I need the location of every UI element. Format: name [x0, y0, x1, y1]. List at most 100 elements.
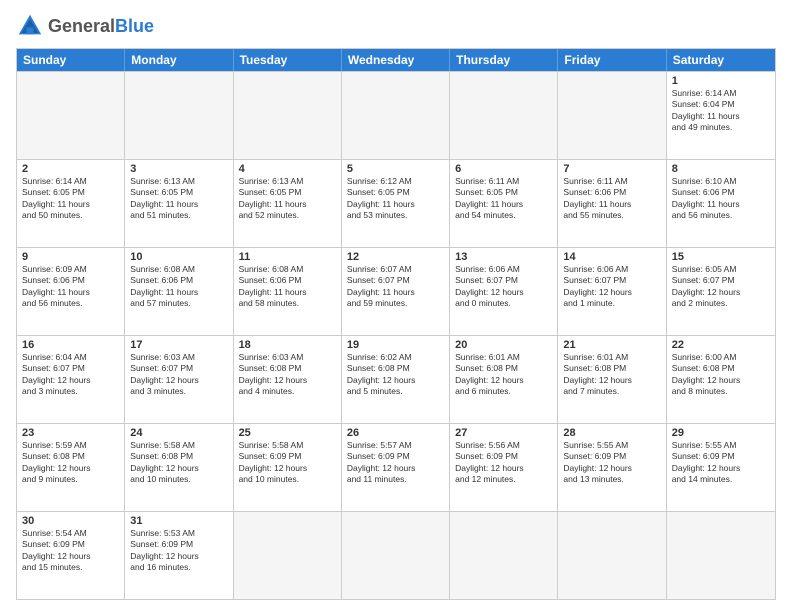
day-number: 2: [22, 163, 119, 175]
calendar-cell-0-1: [125, 72, 233, 159]
calendar-cell-0-5: [558, 72, 666, 159]
day-info: Sunrise: 6:06 AM Sunset: 6:07 PM Dayligh…: [455, 264, 552, 310]
page: GeneralBlue Sunday Monday Tuesday Wednes…: [0, 0, 792, 612]
header-monday: Monday: [125, 49, 233, 71]
calendar-cell-2-2: 11Sunrise: 6:08 AM Sunset: 6:06 PM Dayli…: [234, 248, 342, 335]
logo: GeneralBlue: [16, 12, 154, 40]
day-info: Sunrise: 5:55 AM Sunset: 6:09 PM Dayligh…: [672, 440, 770, 486]
calendar-cell-5-5: [558, 512, 666, 599]
calendar-cell-5-3: [342, 512, 450, 599]
calendar-row-2: 9Sunrise: 6:09 AM Sunset: 6:06 PM Daylig…: [17, 247, 775, 335]
day-info: Sunrise: 5:56 AM Sunset: 6:09 PM Dayligh…: [455, 440, 552, 486]
day-info: Sunrise: 6:08 AM Sunset: 6:06 PM Dayligh…: [239, 264, 336, 310]
logo-icon: [16, 12, 44, 40]
calendar-cell-2-5: 14Sunrise: 6:06 AM Sunset: 6:07 PM Dayli…: [558, 248, 666, 335]
day-number: 14: [563, 251, 660, 263]
day-number: 8: [672, 163, 770, 175]
day-info: Sunrise: 6:13 AM Sunset: 6:05 PM Dayligh…: [130, 176, 227, 222]
day-number: 24: [130, 427, 227, 439]
calendar-cell-5-2: [234, 512, 342, 599]
calendar-cell-0-6: 1Sunrise: 6:14 AM Sunset: 6:04 PM Daylig…: [667, 72, 775, 159]
day-number: 6: [455, 163, 552, 175]
calendar-cell-3-3: 19Sunrise: 6:02 AM Sunset: 6:08 PM Dayli…: [342, 336, 450, 423]
day-number: 4: [239, 163, 336, 175]
calendar-row-0: 1Sunrise: 6:14 AM Sunset: 6:04 PM Daylig…: [17, 71, 775, 159]
day-info: Sunrise: 6:11 AM Sunset: 6:05 PM Dayligh…: [455, 176, 552, 222]
day-number: 28: [563, 427, 660, 439]
logo-text: GeneralBlue: [48, 16, 154, 37]
calendar-cell-1-4: 6Sunrise: 6:11 AM Sunset: 6:05 PM Daylig…: [450, 160, 558, 247]
header-saturday: Saturday: [667, 49, 775, 71]
day-number: 15: [672, 251, 770, 263]
header: GeneralBlue: [16, 12, 776, 40]
day-info: Sunrise: 6:13 AM Sunset: 6:05 PM Dayligh…: [239, 176, 336, 222]
day-number: 29: [672, 427, 770, 439]
calendar-cell-1-1: 3Sunrise: 6:13 AM Sunset: 6:05 PM Daylig…: [125, 160, 233, 247]
day-number: 12: [347, 251, 444, 263]
day-info: Sunrise: 6:06 AM Sunset: 6:07 PM Dayligh…: [563, 264, 660, 310]
calendar-header: Sunday Monday Tuesday Wednesday Thursday…: [17, 49, 775, 71]
calendar-row-5: 30Sunrise: 5:54 AM Sunset: 6:09 PM Dayli…: [17, 511, 775, 599]
day-info: Sunrise: 6:14 AM Sunset: 6:04 PM Dayligh…: [672, 88, 770, 134]
day-number: 13: [455, 251, 552, 263]
calendar-cell-2-1: 10Sunrise: 6:08 AM Sunset: 6:06 PM Dayli…: [125, 248, 233, 335]
day-number: 5: [347, 163, 444, 175]
day-info: Sunrise: 6:12 AM Sunset: 6:05 PM Dayligh…: [347, 176, 444, 222]
calendar-cell-0-3: [342, 72, 450, 159]
day-number: 17: [130, 339, 227, 351]
day-number: 19: [347, 339, 444, 351]
header-tuesday: Tuesday: [234, 49, 342, 71]
calendar-cell-4-2: 25Sunrise: 5:58 AM Sunset: 6:09 PM Dayli…: [234, 424, 342, 511]
calendar-cell-0-2: [234, 72, 342, 159]
calendar-cell-3-2: 18Sunrise: 6:03 AM Sunset: 6:08 PM Dayli…: [234, 336, 342, 423]
calendar-cell-5-6: [667, 512, 775, 599]
calendar-cell-2-4: 13Sunrise: 6:06 AM Sunset: 6:07 PM Dayli…: [450, 248, 558, 335]
day-number: 9: [22, 251, 119, 263]
day-number: 31: [130, 515, 227, 527]
calendar-cell-3-0: 16Sunrise: 6:04 AM Sunset: 6:07 PM Dayli…: [17, 336, 125, 423]
day-info: Sunrise: 5:57 AM Sunset: 6:09 PM Dayligh…: [347, 440, 444, 486]
calendar-cell-3-4: 20Sunrise: 6:01 AM Sunset: 6:08 PM Dayli…: [450, 336, 558, 423]
day-info: Sunrise: 5:53 AM Sunset: 6:09 PM Dayligh…: [130, 528, 227, 574]
day-info: Sunrise: 5:54 AM Sunset: 6:09 PM Dayligh…: [22, 528, 119, 574]
day-number: 7: [563, 163, 660, 175]
day-number: 23: [22, 427, 119, 439]
day-number: 20: [455, 339, 552, 351]
calendar-cell-1-3: 5Sunrise: 6:12 AM Sunset: 6:05 PM Daylig…: [342, 160, 450, 247]
day-info: Sunrise: 6:09 AM Sunset: 6:06 PM Dayligh…: [22, 264, 119, 310]
day-number: 22: [672, 339, 770, 351]
day-number: 25: [239, 427, 336, 439]
header-wednesday: Wednesday: [342, 49, 450, 71]
header-sunday: Sunday: [17, 49, 125, 71]
calendar-cell-5-0: 30Sunrise: 5:54 AM Sunset: 6:09 PM Dayli…: [17, 512, 125, 599]
calendar-cell-2-3: 12Sunrise: 6:07 AM Sunset: 6:07 PM Dayli…: [342, 248, 450, 335]
calendar-cell-0-0: [17, 72, 125, 159]
calendar-row-3: 16Sunrise: 6:04 AM Sunset: 6:07 PM Dayli…: [17, 335, 775, 423]
calendar-cell-4-1: 24Sunrise: 5:58 AM Sunset: 6:08 PM Dayli…: [125, 424, 233, 511]
day-info: Sunrise: 6:08 AM Sunset: 6:06 PM Dayligh…: [130, 264, 227, 310]
calendar-cell-4-3: 26Sunrise: 5:57 AM Sunset: 6:09 PM Dayli…: [342, 424, 450, 511]
calendar-row-1: 2Sunrise: 6:14 AM Sunset: 6:05 PM Daylig…: [17, 159, 775, 247]
day-info: Sunrise: 6:04 AM Sunset: 6:07 PM Dayligh…: [22, 352, 119, 398]
day-number: 16: [22, 339, 119, 351]
calendar-row-4: 23Sunrise: 5:59 AM Sunset: 6:08 PM Dayli…: [17, 423, 775, 511]
day-info: Sunrise: 5:59 AM Sunset: 6:08 PM Dayligh…: [22, 440, 119, 486]
calendar-cell-5-4: [450, 512, 558, 599]
day-info: Sunrise: 5:58 AM Sunset: 6:08 PM Dayligh…: [130, 440, 227, 486]
calendar-cell-1-6: 8Sunrise: 6:10 AM Sunset: 6:06 PM Daylig…: [667, 160, 775, 247]
calendar-cell-4-0: 23Sunrise: 5:59 AM Sunset: 6:08 PM Dayli…: [17, 424, 125, 511]
day-number: 18: [239, 339, 336, 351]
day-info: Sunrise: 6:03 AM Sunset: 6:08 PM Dayligh…: [239, 352, 336, 398]
calendar-cell-4-5: 28Sunrise: 5:55 AM Sunset: 6:09 PM Dayli…: [558, 424, 666, 511]
day-info: Sunrise: 6:07 AM Sunset: 6:07 PM Dayligh…: [347, 264, 444, 310]
day-number: 3: [130, 163, 227, 175]
calendar-cell-4-4: 27Sunrise: 5:56 AM Sunset: 6:09 PM Dayli…: [450, 424, 558, 511]
day-info: Sunrise: 6:00 AM Sunset: 6:08 PM Dayligh…: [672, 352, 770, 398]
header-friday: Friday: [558, 49, 666, 71]
day-info: Sunrise: 6:03 AM Sunset: 6:07 PM Dayligh…: [130, 352, 227, 398]
day-number: 11: [239, 251, 336, 263]
day-info: Sunrise: 6:01 AM Sunset: 6:08 PM Dayligh…: [563, 352, 660, 398]
calendar-cell-2-6: 15Sunrise: 6:05 AM Sunset: 6:07 PM Dayli…: [667, 248, 775, 335]
calendar-cell-1-2: 4Sunrise: 6:13 AM Sunset: 6:05 PM Daylig…: [234, 160, 342, 247]
calendar-cell-3-6: 22Sunrise: 6:00 AM Sunset: 6:08 PM Dayli…: [667, 336, 775, 423]
